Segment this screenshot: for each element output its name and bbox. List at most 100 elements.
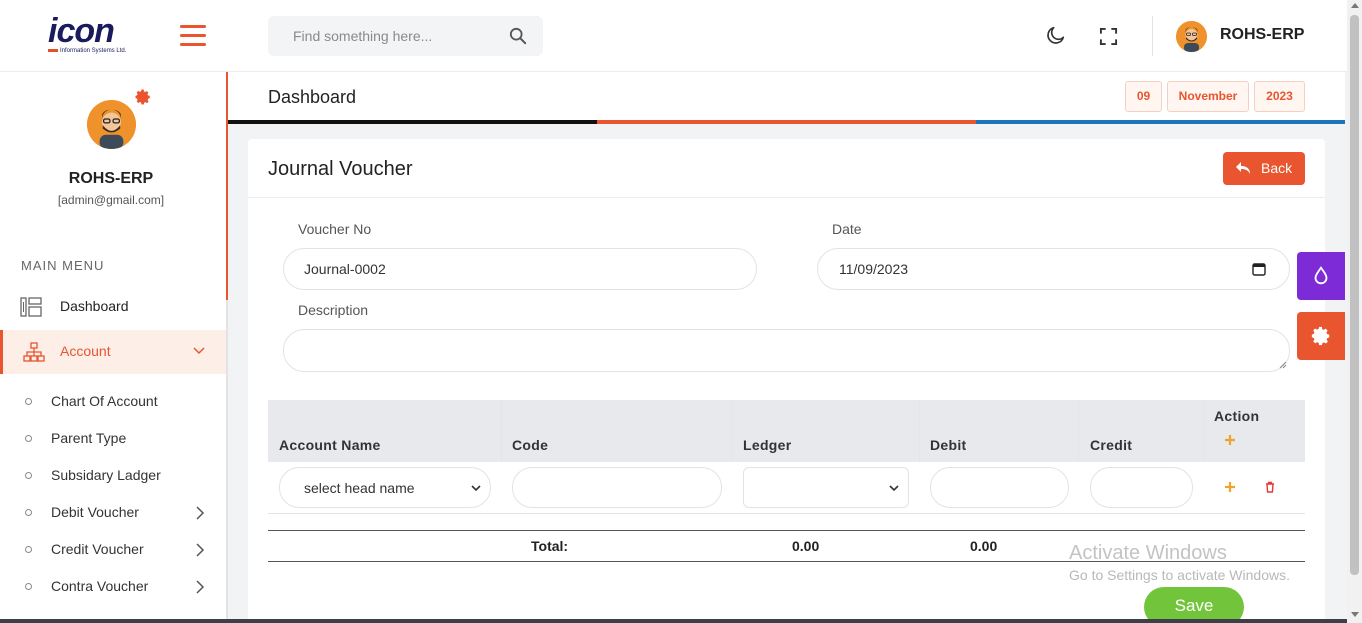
sidebar-subitem-credit-voucher[interactable]: Credit Voucher — [0, 531, 226, 568]
logo-wordmark: icon — [48, 12, 115, 50]
card-header: Journal Voucher Back — [248, 139, 1325, 198]
top-bar: icon Information Systems Ltd. ROHS-ERP — [0, 0, 1347, 72]
bullet-icon — [25, 546, 32, 553]
account-name-select[interactable]: select head name — [279, 467, 491, 508]
sidebar-item-label: Account — [60, 343, 111, 359]
add-row-plus-icon[interactable] — [1224, 481, 1236, 493]
subitem-label: Subsidary Ladger — [51, 467, 161, 483]
back-button-label: Back — [1261, 160, 1293, 176]
profile-avatar[interactable] — [87, 100, 136, 149]
scroll-up-arrow-icon[interactable] — [1351, 3, 1359, 8]
date-day-badge: 09 — [1125, 81, 1162, 112]
activate-windows-watermark: Activate Windows — [1069, 542, 1227, 564]
subitem-label: Contra Voucher — [51, 578, 149, 594]
date-label: Date — [832, 221, 862, 237]
settings-button[interactable] — [1297, 312, 1345, 360]
th-debit: Debit — [930, 437, 967, 453]
form-title: Journal Voucher — [268, 158, 413, 180]
account-name-select-value: select head name — [304, 480, 415, 496]
hamburger-menu-icon[interactable] — [180, 25, 206, 47]
header-stripe-black — [228, 120, 597, 124]
profile-settings-gear-icon[interactable] — [134, 88, 152, 106]
chevron-down-icon — [889, 485, 899, 492]
resize-handle-icon[interactable] — [1279, 361, 1287, 369]
table-row: select head name — [268, 462, 1305, 514]
theme-color-button[interactable] — [1297, 252, 1345, 300]
voucher-no-field[interactable] — [283, 248, 757, 290]
chevron-down-icon — [193, 347, 205, 355]
description-textarea[interactable] — [283, 329, 1290, 372]
delete-row-trash-icon[interactable] — [1264, 481, 1276, 493]
taskbar-strip — [0, 619, 1347, 623]
search-icon[interactable] — [509, 27, 527, 45]
add-row-plus-icon[interactable] — [1224, 434, 1236, 446]
bullet-icon — [25, 472, 32, 479]
chevron-right-icon — [196, 506, 205, 520]
page-title: Dashboard — [268, 87, 357, 107]
scrollbar-thumb[interactable] — [1350, 15, 1359, 575]
th-credit: Credit — [1090, 437, 1133, 453]
sidebar-subitem-contra-voucher[interactable]: Contra Voucher — [0, 568, 226, 605]
th-action: Action — [1214, 408, 1260, 424]
sidebar-item-label: Dashboard — [60, 298, 129, 314]
total-label: Total: — [531, 538, 569, 554]
header-stripe-blue — [976, 120, 1345, 124]
subitem-label: Parent Type — [51, 430, 127, 446]
calendar-icon[interactable] — [1252, 262, 1266, 276]
search-bar[interactable] — [268, 16, 543, 56]
ledger-select[interactable] — [743, 467, 909, 508]
main-menu-heading: MAIN MENU — [21, 258, 105, 273]
subitem-label: Debit Voucher — [51, 504, 139, 520]
bullet-icon — [25, 435, 32, 442]
date-year-badge: 2023 — [1254, 81, 1305, 112]
description-label: Description — [298, 302, 369, 318]
sitemap-icon — [23, 342, 45, 362]
header-divider — [1152, 16, 1153, 56]
logo-accent-mark — [48, 49, 58, 52]
chevron-right-icon — [196, 580, 205, 594]
th-ledger: Ledger — [743, 437, 792, 453]
header-stripe-orange — [597, 120, 976, 124]
debit-input[interactable] — [930, 467, 1069, 508]
subitem-label: Credit Voucher — [51, 541, 144, 557]
sidebar-item-account[interactable]: Account — [0, 330, 226, 374]
user-avatar[interactable] — [1176, 21, 1207, 52]
dashboard-icon — [20, 297, 42, 317]
profile-name: ROHS-ERP — [68, 170, 154, 187]
total-debit-value: 0.00 — [792, 538, 820, 554]
page-header: Dashboard 09 November 2023 — [228, 72, 1345, 122]
subitem-label: Chart Of Account — [51, 393, 158, 409]
code-input[interactable] — [512, 467, 722, 508]
dark-mode-moon-icon[interactable] — [1045, 24, 1067, 46]
sidebar-subitem-parent-type[interactable]: Parent Type — [0, 420, 226, 457]
sidebar-subitem-debit-voucher[interactable]: Debit Voucher — [0, 494, 226, 531]
th-account-name: Account Name — [279, 437, 381, 453]
save-button[interactable]: Save — [1144, 587, 1244, 623]
date-field[interactable]: 11/09/2023 — [817, 248, 1290, 290]
fullscreen-icon[interactable] — [1099, 27, 1118, 46]
profile-email: [admin@gmail.com] — [57, 193, 165, 207]
company-logo[interactable]: icon Information Systems Ltd. — [48, 14, 148, 58]
top-user-name[interactable]: ROHS-ERP — [1220, 26, 1304, 44]
bullet-icon — [25, 509, 32, 516]
activate-windows-subtext: Go to Settings to activate Windows. — [1069, 567, 1290, 583]
total-credit-value: 0.00 — [970, 538, 998, 554]
back-button[interactable]: Back — [1223, 152, 1305, 185]
table-header-row: Account Name Code Ledger Debit Credit Ac… — [268, 400, 1305, 462]
sidebar-subitem-chart-of-account[interactable]: Chart Of Account — [0, 383, 226, 420]
th-code: Code — [512, 437, 549, 453]
water-drop-icon — [1314, 266, 1328, 285]
reply-arrow-icon — [1236, 162, 1250, 174]
voucher-no-label: Voucher No — [298, 221, 372, 237]
sidebar-item-dashboard[interactable]: Dashboard — [0, 285, 226, 329]
search-input[interactable] — [268, 16, 488, 56]
chevron-right-icon — [196, 543, 205, 557]
scroll-down-arrow-icon[interactable] — [1351, 612, 1359, 617]
chevron-down-icon — [471, 485, 481, 492]
gear-icon — [1311, 326, 1330, 346]
sidebar-subitem-subsidary-ladger[interactable]: Subsidary Ladger — [0, 457, 226, 494]
date-month-badge: November — [1167, 81, 1249, 112]
credit-input[interactable] — [1090, 467, 1193, 508]
sidebar-border — [226, 300, 228, 623]
bullet-icon — [25, 398, 32, 405]
